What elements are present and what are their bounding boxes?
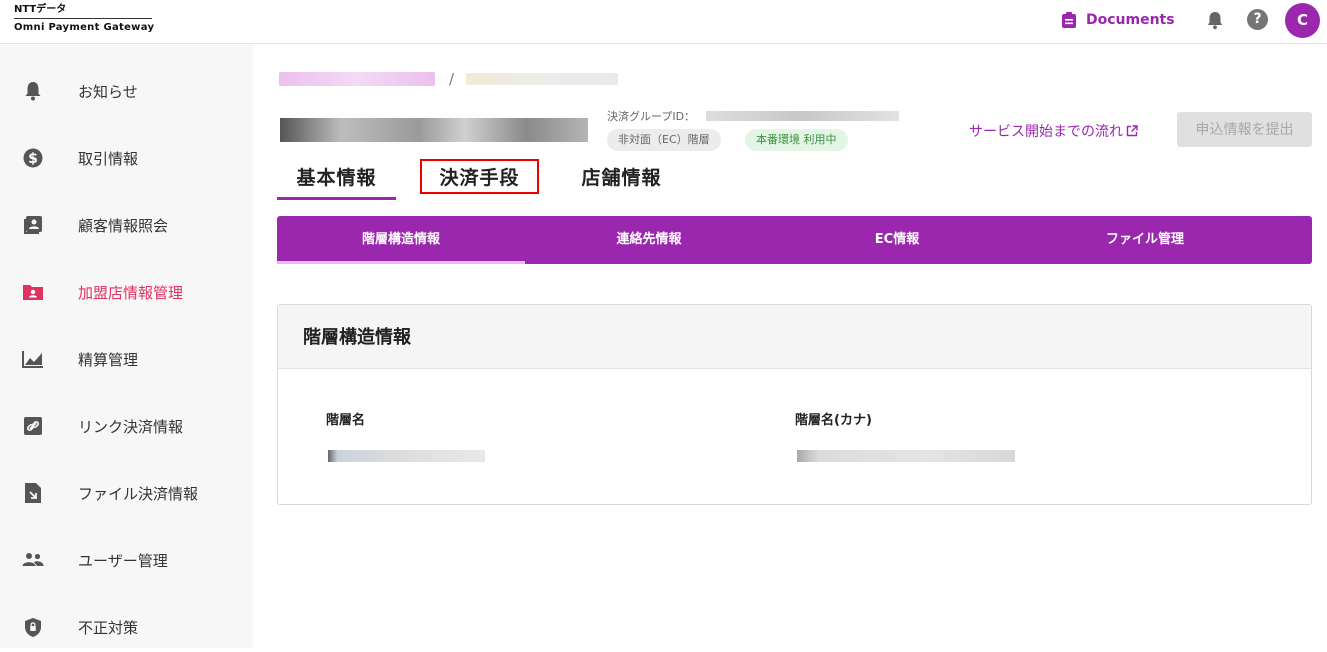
tab-payment-methods[interactable]: 決済手段 [420, 159, 539, 194]
breadcrumb: / [279, 68, 619, 90]
sidebar-item-label: 精算管理 [78, 350, 139, 369]
sidebar-item-transactions[interactable]: $ 取引情報 [0, 133, 253, 183]
sidebar-item-link-payment[interactable]: リンク決済情報 [0, 401, 253, 451]
logo-company: NTTデータ [14, 4, 152, 19]
sidebar-item-label: ユーザー管理 [78, 551, 168, 570]
group-id-label: 決済グループID： [607, 110, 696, 123]
bell-icon[interactable] [1205, 10, 1225, 30]
hierarchy-name-value [328, 450, 485, 462]
page-title [280, 118, 588, 142]
subtab-ec[interactable]: EC情報 [773, 216, 1021, 264]
group-id-value [706, 111, 899, 121]
tab-store-info[interactable]: 店舗情報 [562, 163, 681, 200]
sidebar-item-file-payment[interactable]: ファイル決済情報 [0, 468, 253, 518]
clipboard-icon [1062, 12, 1076, 28]
subtab-contact[interactable]: 連絡先情報 [525, 216, 773, 264]
documents-label: Documents [1086, 12, 1175, 28]
sidebar-item-label: 取引情報 [78, 149, 139, 168]
sidebar-item-label: 加盟店情報管理 [78, 283, 184, 302]
top-bar: NTTデータ Omni Payment Gateway Documents ? … [0, 0, 1327, 44]
sidebar: お知らせ $ 取引情報 顧客情報照会 加盟店情報管理 精算管理 リンク決済情報 [0, 44, 253, 648]
tab-basic-info[interactable]: 基本情報 [277, 163, 396, 200]
chart-icon [22, 348, 44, 370]
breadcrumb-company-link[interactable] [279, 72, 435, 86]
hierarchy-card: 階層構造情報 階層名 階層名(カナ) [277, 304, 1312, 505]
channel-badge: 非対面（EC）階層 [607, 129, 721, 151]
sidebar-item-label: リンク決済情報 [78, 417, 184, 436]
dollar-icon: $ [22, 147, 44, 169]
hierarchy-name-label: 階層名 [326, 413, 366, 428]
sidebar-item-label: ファイル決済情報 [78, 484, 199, 503]
service-flow-label: サービス開始までの流れ [969, 124, 1123, 140]
status-badge: 本番環境 利用中 [745, 129, 848, 151]
people-icon [22, 549, 44, 571]
hierarchy-kana-value [797, 450, 1015, 462]
svg-text:$: $ [28, 151, 38, 167]
subtab-file-management[interactable]: ファイル管理 [1021, 216, 1269, 264]
sidebar-item-label: 顧客情報照会 [78, 216, 169, 235]
logo[interactable]: NTTデータ Omni Payment Gateway [14, 4, 154, 33]
service-flow-link[interactable]: サービス開始までの流れ [969, 121, 1138, 141]
contacts-icon [22, 214, 44, 236]
help-icon[interactable]: ? [1247, 9, 1268, 30]
sidebar-item-fraud[interactable]: 不正対策 [0, 602, 253, 652]
documents-link[interactable]: Documents [1062, 9, 1175, 31]
sidebar-item-label: お知らせ [78, 82, 138, 101]
hierarchy-kana-label: 階層名(カナ) [795, 413, 872, 428]
avatar[interactable]: C [1285, 3, 1320, 38]
sidebar-item-users[interactable]: ユーザー管理 [0, 535, 253, 585]
sidebar-item-merchant[interactable]: 加盟店情報管理 [0, 267, 253, 317]
sub-tab-bar: 階層構造情報 連絡先情報 EC情報 ファイル管理 [277, 216, 1312, 264]
sidebar-item-settlement[interactable]: 精算管理 [0, 334, 253, 384]
external-link-icon [1126, 125, 1138, 137]
card-title: 階層構造情報 [303, 327, 411, 348]
bell-icon [22, 80, 44, 102]
link-icon [22, 415, 44, 437]
file-icon [22, 482, 44, 504]
subtab-hierarchy[interactable]: 階層構造情報 [277, 216, 525, 264]
logo-product: Omni Payment Gateway [14, 22, 155, 33]
card-header: 階層構造情報 [278, 305, 1311, 369]
sidebar-item-notices[interactable]: お知らせ [0, 66, 253, 116]
sidebar-item-label: 不正対策 [78, 618, 139, 637]
folder-shared-icon [22, 281, 44, 303]
breadcrumb-current [466, 73, 619, 85]
breadcrumb-separator: / [449, 70, 455, 88]
sidebar-item-customers[interactable]: 顧客情報照会 [0, 200, 253, 250]
shield-icon [22, 616, 44, 638]
submit-application-button[interactable]: 申込情報を提出 [1177, 112, 1312, 147]
